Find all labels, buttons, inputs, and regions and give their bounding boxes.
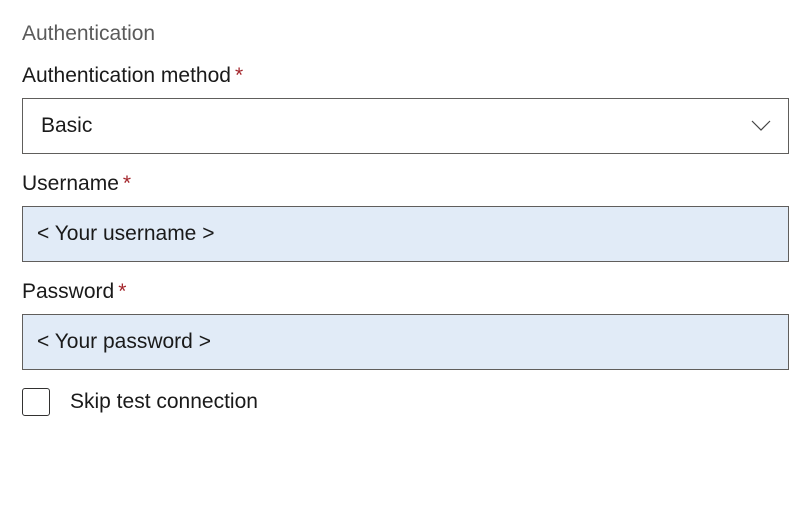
auth-method-value: Basic	[41, 114, 92, 138]
password-label: Password*	[22, 280, 789, 304]
skip-test-checkbox[interactable]	[22, 388, 50, 416]
username-label: Username*	[22, 172, 789, 196]
password-field: Password*	[22, 280, 789, 370]
required-marker: *	[123, 172, 131, 195]
username-label-text: Username	[22, 172, 119, 195]
auth-method-field: Authentication method* Basic	[22, 64, 789, 154]
required-marker: *	[118, 280, 126, 303]
auth-method-label-text: Authentication method	[22, 64, 231, 87]
username-input[interactable]	[22, 206, 789, 262]
username-field: Username*	[22, 172, 789, 262]
skip-test-label: Skip test connection	[70, 390, 258, 414]
required-marker: *	[235, 64, 243, 87]
auth-method-select[interactable]: Basic	[22, 98, 789, 154]
skip-test-row: Skip test connection	[22, 388, 789, 416]
password-label-text: Password	[22, 280, 114, 303]
password-input[interactable]	[22, 314, 789, 370]
section-heading: Authentication	[22, 22, 789, 46]
auth-method-label: Authentication method*	[22, 64, 789, 88]
auth-method-select-wrapper: Basic	[22, 98, 789, 154]
